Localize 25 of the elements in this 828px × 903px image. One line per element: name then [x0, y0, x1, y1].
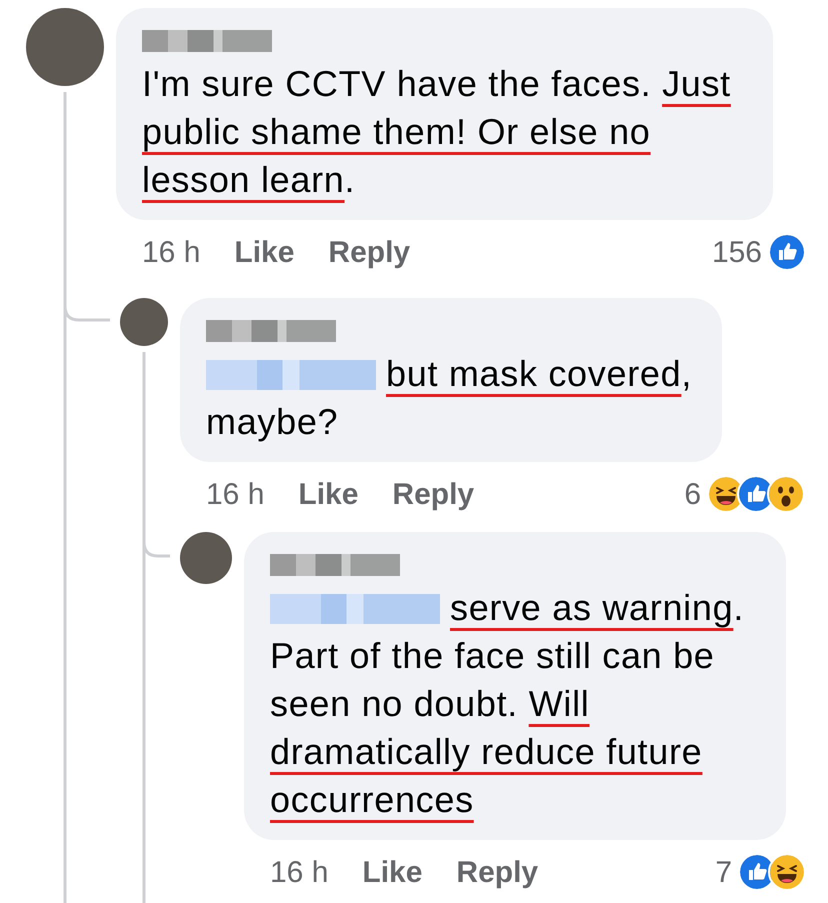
blurred-name[interactable] — [270, 554, 400, 576]
reaction-count[interactable]: 6 — [684, 472, 701, 516]
reply-link[interactable]: Reply — [392, 472, 474, 516]
like-reaction-icon — [768, 233, 806, 271]
blurred-mention[interactable] — [270, 594, 440, 624]
timestamp[interactable]: 16 h — [206, 472, 264, 516]
timestamp[interactable]: 16 h — [270, 850, 328, 894]
reply-link[interactable]: Reply — [328, 230, 410, 274]
blurred-name[interactable] — [206, 320, 336, 342]
surprised-reaction-icon — [767, 475, 805, 513]
avatar[interactable] — [120, 298, 168, 346]
like-link[interactable]: Like — [362, 850, 422, 894]
like-link[interactable]: Like — [298, 472, 358, 516]
comment-text: but mask covered, maybe? — [206, 352, 694, 444]
laughing-reaction-icon — [768, 853, 806, 891]
comment-text: serve as warning. Part of the face still can be seen no doubt. Will dramatically reduce future occurrences — [270, 586, 746, 822]
reply-link[interactable]: Reply — [456, 850, 538, 894]
blurred-mention[interactable] — [206, 360, 376, 390]
blurred-name[interactable] — [142, 30, 272, 52]
timestamp[interactable]: 16 h — [142, 230, 200, 274]
avatar[interactable] — [180, 532, 232, 584]
reaction-count[interactable]: 156 — [712, 230, 762, 274]
comment-text: I'm sure CCTV have the faces. Just public shame them! Or else no lesson learn. — [142, 62, 732, 202]
like-link[interactable]: Like — [234, 230, 294, 274]
reaction-count[interactable]: 7 — [715, 850, 732, 894]
